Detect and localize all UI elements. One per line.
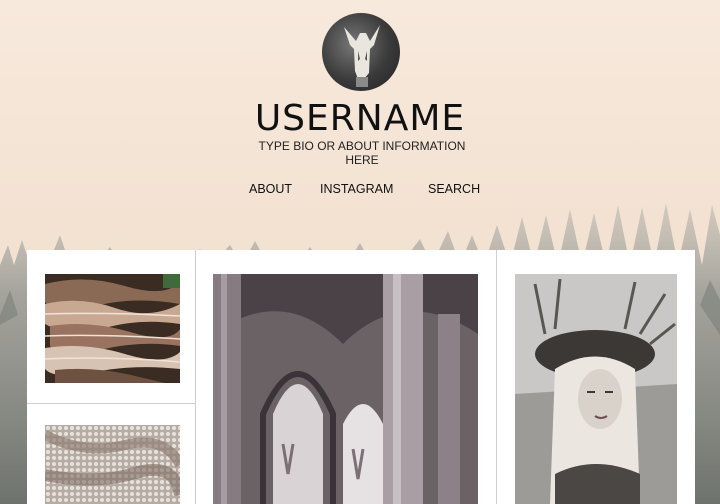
avatar[interactable] — [322, 13, 400, 91]
column-divider — [496, 250, 497, 504]
cathedral-image — [213, 274, 478, 504]
nav-link-instagram[interactable]: INSTAGRAM — [320, 182, 393, 196]
blog-title: USERNAME — [254, 98, 466, 139]
column-divider — [195, 250, 196, 504]
nav-link-about[interactable]: ABOUT — [249, 182, 292, 196]
post-photo-mushrooms[interactable] — [45, 274, 180, 383]
post-photo-cathedral[interactable] — [213, 274, 478, 504]
portrait-image — [515, 274, 677, 504]
mushroom-image — [45, 274, 180, 383]
navigation-bar: ABOUT INSTAGRAM SEARCH — [0, 182, 720, 200]
skull-icon — [344, 25, 380, 87]
row-divider — [27, 403, 195, 404]
blog-header: USERNAME TYPE BIO OR ABOUT INFORMATION H… — [0, 0, 720, 250]
nav-link-search[interactable]: SEARCH — [428, 182, 480, 196]
posts-grid — [27, 250, 695, 504]
post-photo-sequins[interactable] — [45, 425, 180, 504]
sequin-fabric-image — [45, 425, 180, 504]
blog-description: TYPE BIO OR ABOUT INFORMATION HERE — [258, 139, 466, 167]
post-photo-portrait[interactable] — [515, 274, 677, 504]
